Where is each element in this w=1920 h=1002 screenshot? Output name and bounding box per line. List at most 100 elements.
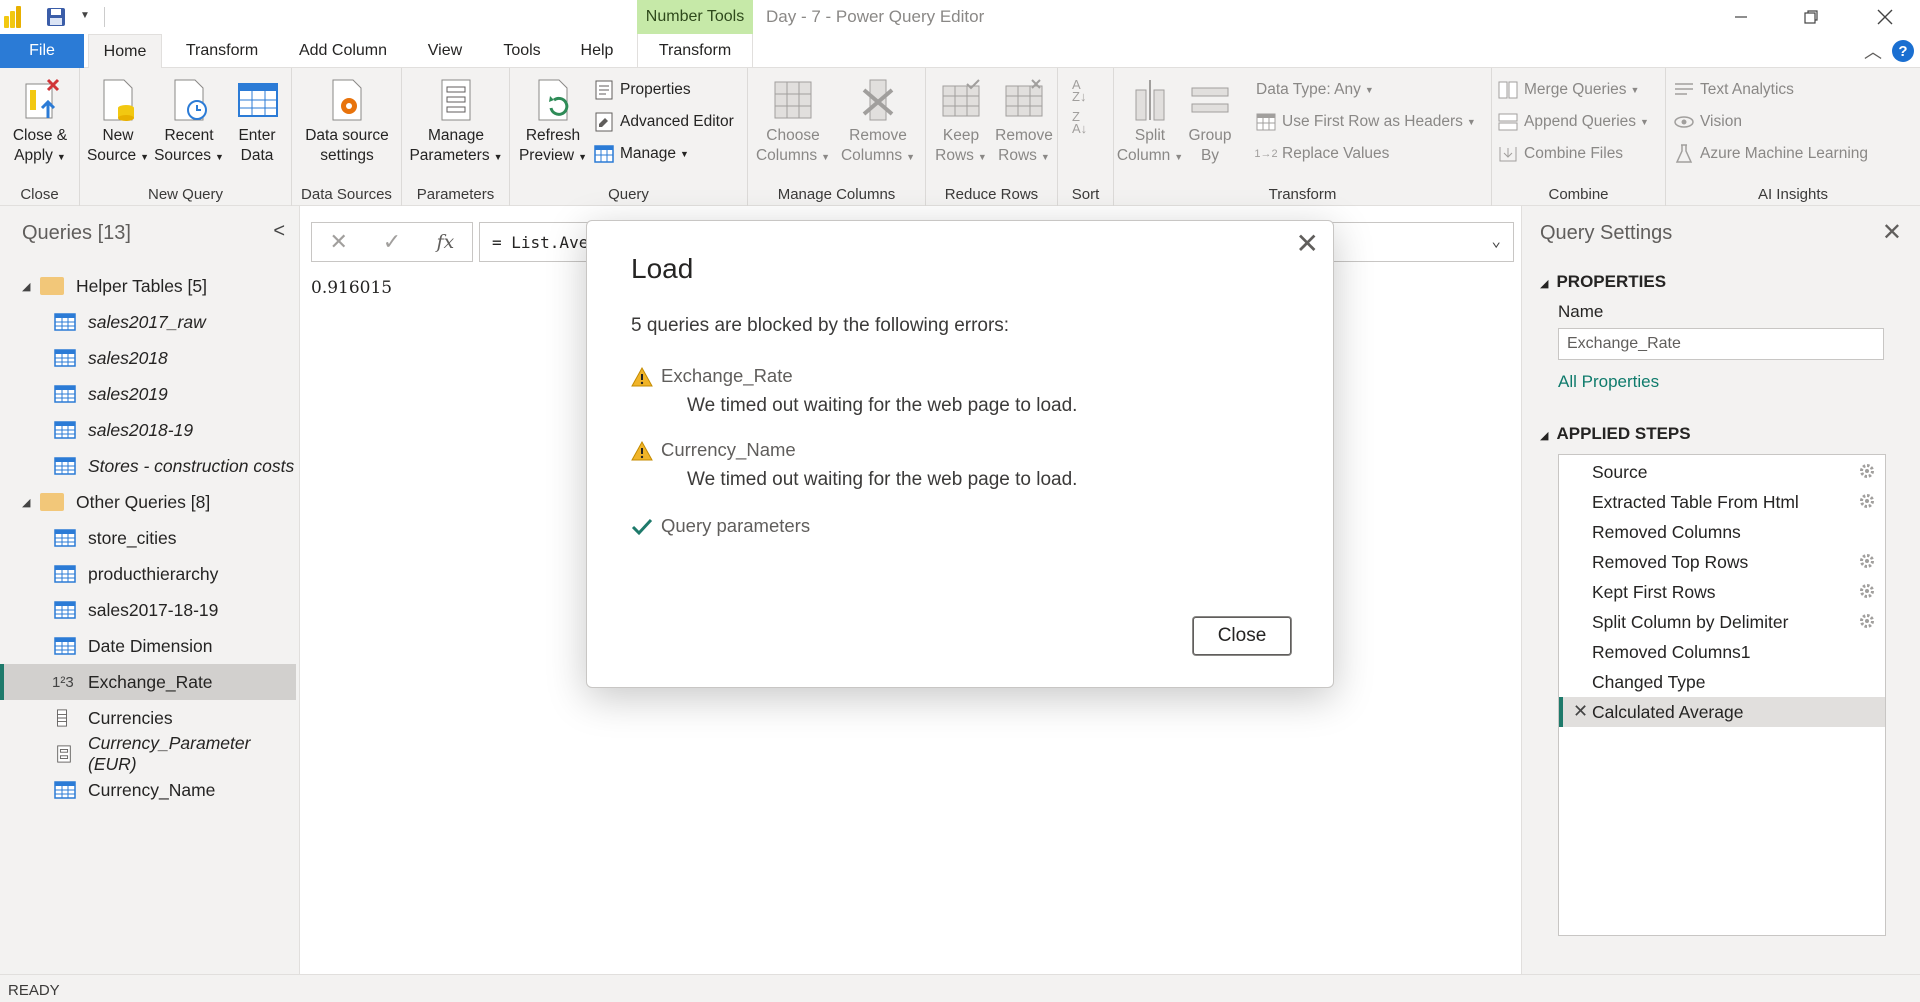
remove-rows-button[interactable]: Remove Rows ▼	[992, 76, 1056, 167]
append-queries-button[interactable]: Append Queries ▼	[1498, 109, 1649, 135]
manage-button[interactable]: Manage ▼	[594, 141, 689, 167]
keep-rows-button[interactable]: Keep Rows ▼	[932, 76, 990, 167]
properties-section-header[interactable]: ◢ PROPERTIES	[1540, 272, 1666, 292]
new-source-button[interactable]: New Source ▼	[86, 76, 150, 167]
new-source-label-1: New	[102, 127, 134, 144]
commit-formula-icon[interactable]: ✓	[365, 229, 418, 255]
applied-step[interactable]: Changed Type	[1559, 667, 1885, 697]
query-item-sales2017-18-19[interactable]: sales2017-18-19	[0, 592, 296, 628]
query-item-store-cities[interactable]: store_cities	[0, 520, 296, 556]
query-item-label: Currencies	[88, 707, 173, 728]
manage-parameters-button[interactable]: Manage Parameters ▼	[406, 76, 506, 167]
query-settings-title: Query Settings	[1540, 222, 1673, 244]
group-by-button[interactable]: Group By	[1184, 76, 1236, 166]
refresh-preview-button[interactable]: Refresh Preview ▼	[516, 76, 590, 167]
query-group-other-queries[interactable]: ◢ Other Queries [8]	[0, 484, 296, 520]
vision-button[interactable]: Vision	[1674, 109, 1742, 135]
table-icon	[54, 637, 76, 655]
dialog-close-icon[interactable]: ✕	[1296, 227, 1319, 260]
query-item-producthierarchy[interactable]: producthierarchy	[0, 556, 296, 592]
sort-descending-button[interactable]: Z A↓	[1072, 110, 1087, 136]
query-item-sales2019[interactable]: sales2019	[0, 376, 296, 412]
split-column-button[interactable]: Split Column ▼	[1117, 76, 1183, 167]
query-item-currency-name[interactable]: Currency_Name	[0, 772, 296, 808]
applied-step[interactable]: Removed Columns	[1559, 517, 1885, 547]
warning-icon	[631, 367, 653, 387]
applied-step[interactable]: Kept First Rows	[1559, 577, 1885, 607]
applied-step[interactable]: Source	[1559, 457, 1885, 487]
sort-ascending-button[interactable]: A Z↓	[1072, 78, 1086, 104]
combine-files-button[interactable]: Combine Files	[1498, 141, 1623, 167]
tab-view[interactable]: View	[418, 34, 472, 68]
query-item-sales2018[interactable]: sales2018	[0, 340, 296, 376]
query-item-sales2018-19[interactable]: sales2018-19	[0, 412, 296, 448]
query-item-currency-parameter[interactable]: Currency_Parameter (EUR)	[0, 733, 296, 774]
help-icon[interactable]: ?	[1892, 40, 1914, 62]
choose-columns-button[interactable]: Choose Columns ▼	[754, 76, 832, 167]
merge-queries-button[interactable]: Merge Queries ▼	[1498, 77, 1639, 103]
query-item-exchange-rate[interactable]: 1²3 Exchange_Rate	[0, 664, 296, 700]
gear-icon[interactable]	[1859, 583, 1875, 599]
applied-step-selected[interactable]: ✕ Calculated Average	[1559, 697, 1885, 727]
delete-step-icon[interactable]: ✕	[1573, 701, 1588, 722]
table-icon	[54, 457, 76, 475]
applied-step[interactable]: Removed Top Rows	[1559, 547, 1885, 577]
use-first-row-headers-button[interactable]: Use First Row as Headers ▼	[1256, 109, 1476, 135]
data-type-dropdown[interactable]: Data Type: Any ▼	[1256, 77, 1374, 103]
query-item-date-dimension[interactable]: Date Dimension	[0, 628, 296, 664]
refresh-preview-label-1: Refresh	[525, 127, 581, 144]
applied-step[interactable]: Extracted Table From Html	[1559, 487, 1885, 517]
tab-home[interactable]: Home	[88, 34, 162, 69]
restore-button[interactable]	[1788, 2, 1834, 32]
minimize-button[interactable]	[1718, 2, 1764, 32]
query-group-helper-tables[interactable]: ◢ Helper Tables [5]	[0, 268, 296, 304]
all-properties-link[interactable]: All Properties	[1558, 372, 1659, 392]
status-bar: READY	[0, 974, 1920, 1002]
recent-sources-button[interactable]: Recent Sources ▼	[154, 76, 224, 167]
save-icon[interactable]	[46, 7, 66, 27]
gear-icon[interactable]	[1859, 613, 1875, 629]
properties-button[interactable]: Properties	[594, 77, 691, 103]
recent-sources-label-1: Recent	[164, 127, 214, 144]
gear-icon[interactable]	[1859, 553, 1875, 569]
choose-columns-label-2: Columns ▼	[755, 147, 831, 164]
close-settings-icon[interactable]: ✕	[1882, 218, 1902, 247]
expand-formula-chevron-icon[interactable]: ⌄	[1491, 231, 1501, 250]
text-analytics-button[interactable]: Text Analytics	[1674, 77, 1794, 103]
applied-steps-section-header[interactable]: ◢ APPLIED STEPS	[1540, 424, 1691, 444]
tab-number-tools-transform[interactable]: Transform	[637, 34, 753, 68]
collapse-ribbon-icon[interactable]: ︿	[1864, 38, 1882, 64]
query-item-label: sales2018-19	[88, 419, 194, 440]
close-apply-label-1: Close &	[12, 127, 68, 144]
tab-file[interactable]: File	[0, 34, 84, 68]
collapse-queries-pane-icon[interactable]: <	[273, 220, 285, 243]
applied-step[interactable]: Removed Columns1	[1559, 637, 1885, 667]
ribbon-group-close: Close & Apply ▼ Close	[0, 68, 80, 206]
gear-icon[interactable]	[1859, 463, 1875, 479]
applied-step[interactable]: Split Column by Delimiter	[1559, 607, 1885, 637]
refresh-preview-label-2: Preview ▼	[518, 147, 588, 164]
fx-icon[interactable]: fx	[419, 231, 472, 253]
ribbon-group-new-query: New Source ▼ Recent Sources ▼ Enter Data N…	[80, 68, 292, 206]
remove-rows-icon	[1002, 76, 1046, 124]
enter-data-button[interactable]: Enter Data	[228, 76, 286, 166]
remove-columns-button[interactable]: Remove Columns ▼	[836, 76, 920, 167]
close-button[interactable]: Close	[1193, 617, 1291, 655]
data-source-settings-button[interactable]: Data source settings	[296, 76, 398, 166]
query-item-sales2017-raw[interactable]: sales2017_raw	[0, 304, 296, 340]
query-name-input[interactable]: Exchange_Rate	[1558, 328, 1884, 360]
tab-tools[interactable]: Tools	[494, 34, 550, 68]
tab-help[interactable]: Help	[572, 34, 622, 68]
replace-values-button[interactable]: 1→2 Replace Values	[1254, 141, 1389, 167]
cancel-formula-icon[interactable]: ✕	[312, 229, 365, 255]
advanced-editor-button[interactable]: Advanced Editor	[594, 109, 734, 135]
close-window-button[interactable]	[1862, 2, 1908, 32]
quick-access-dropdown-icon[interactable]: ▼	[80, 10, 90, 21]
query-item-stores-construction-costs[interactable]: Stores - construction costs	[0, 448, 296, 484]
query-item-currencies[interactable]: Currencies	[0, 700, 296, 736]
tab-add-column[interactable]: Add Column	[288, 34, 398, 68]
close-apply-button[interactable]: Close & Apply ▼	[4, 76, 76, 167]
tab-transform[interactable]: Transform	[176, 34, 268, 68]
azure-ml-button[interactable]: Azure Machine Learning	[1674, 141, 1868, 167]
gear-icon[interactable]	[1859, 493, 1875, 509]
